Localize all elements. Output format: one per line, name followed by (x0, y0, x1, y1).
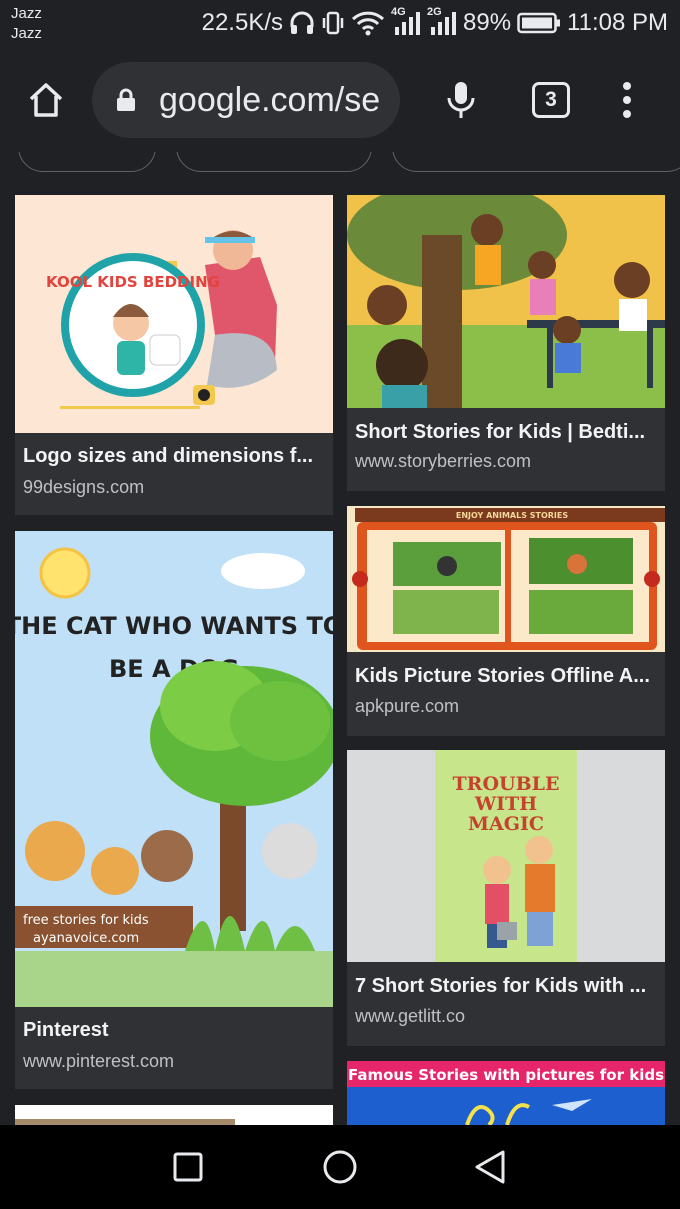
network-type-2: 2G (427, 6, 442, 18)
status-icons: 22.5K/s 4G 2G 89% 11:08 PM (202, 6, 668, 40)
filter-chip[interactable] (392, 152, 680, 172)
net-speed: 22.5K/s (201, 9, 283, 36)
result-title[interactable]: Logo sizes and dimensions f... (23, 443, 325, 469)
image-caption-2: ayanavoice.com (33, 931, 139, 946)
tab-count: 3 (545, 88, 557, 111)
result-source: 99designs.com (23, 477, 145, 497)
recents-icon[interactable] (168, 1147, 208, 1187)
browser-toolbar: google.com/se 3 (0, 48, 680, 152)
result-card[interactable]: THE CAT WHO WANTS TO BE A DOG free stori… (15, 531, 333, 1089)
mic-icon[interactable] (438, 76, 484, 124)
result-title[interactable]: 7 Short Stories for Kids with ... (355, 973, 657, 999)
overflow-menu-icon[interactable] (612, 76, 642, 124)
clock: 11:08 PM (567, 9, 668, 36)
result-image[interactable] (347, 195, 665, 408)
result-card[interactable]: ENJOY ANIMALS STORIES Kids Picture Stori… (347, 506, 665, 736)
carrier-label: Jazz Jazz (11, 4, 42, 44)
result-source: www.getlitt.co (355, 1006, 466, 1026)
system-nav-bar (0, 1125, 680, 1209)
battery-icon (517, 11, 561, 35)
filter-chip[interactable] (18, 152, 156, 172)
result-source: www.pinterest.com (23, 1051, 175, 1071)
vibrate-icon (321, 11, 345, 35)
battery-percent: 89% (463, 9, 512, 36)
result-card[interactable]: TROUBLE WITH MAGIC 7 Short Stories for K… (347, 750, 665, 1046)
back-icon[interactable] (470, 1147, 510, 1187)
filter-chip[interactable] (176, 152, 372, 172)
result-source: www.storyberries.com (355, 451, 532, 471)
result-image[interactable]: Famous Stories with pictures for kids (347, 1061, 665, 1125)
signal-icon: 4G (391, 6, 421, 36)
tab-switcher-icon[interactable]: 3 (532, 82, 570, 118)
result-title[interactable]: Short Stories for Kids | Bedti... (355, 419, 657, 445)
result-image[interactable]: THE CAT WHO WANTS TO BE A DOG free stori… (15, 531, 333, 1007)
result-card[interactable] (15, 1105, 333, 1125)
carrier-1: Jazz (11, 5, 42, 22)
result-source: apkpure.com (355, 696, 460, 716)
result-card[interactable]: Short Stories for Kids | Bedti... www.st… (347, 195, 665, 491)
carrier-2: Jazz (11, 25, 42, 42)
headphones-icon (289, 11, 315, 35)
image-label: ENJOY ANIMALS STORIES (456, 511, 569, 520)
url-bar[interactable]: google.com/se (92, 62, 400, 138)
result-title[interactable]: Kids Picture Stories Offline A... (355, 663, 657, 689)
result-image[interactable]: KOOL KIDS BEDDING (15, 195, 333, 433)
image-caption-1: free stories for kids (23, 913, 149, 928)
url-text[interactable]: google.com/se (159, 78, 380, 122)
network-type-1: 4G (391, 6, 406, 18)
result-card[interactable]: KOOL KIDS BEDDING Logo sizes and dimensi… (15, 195, 333, 515)
image-label: KOOL KIDS BEDDING (46, 273, 220, 291)
image-title-1: TROUBLE (453, 773, 560, 795)
result-image[interactable] (15, 1105, 333, 1125)
home-icon[interactable] (22, 76, 70, 124)
filter-chips (0, 152, 680, 176)
image-title-2: WITH (474, 793, 537, 815)
image-headline-1: THE CAT WHO WANTS TO (15, 612, 333, 640)
wifi-icon (351, 10, 385, 36)
result-card[interactable]: Famous Stories with pictures for kids (347, 1061, 665, 1125)
result-title[interactable]: Pinterest (23, 1017, 325, 1043)
status-bar: Jazz Jazz 22.5K/s 4G 2G 89% 11:08 PM (0, 0, 680, 48)
signal-icon-2: 2G (427, 6, 457, 36)
result-image[interactable]: ENJOY ANIMALS STORIES (347, 506, 665, 652)
lock-icon (116, 88, 136, 117)
image-banner: Famous Stories with pictures for kids (348, 1066, 664, 1084)
image-title-3: MAGIC (468, 813, 544, 835)
result-image[interactable]: TROUBLE WITH MAGIC (347, 750, 665, 962)
home-circle-icon[interactable] (320, 1147, 360, 1187)
